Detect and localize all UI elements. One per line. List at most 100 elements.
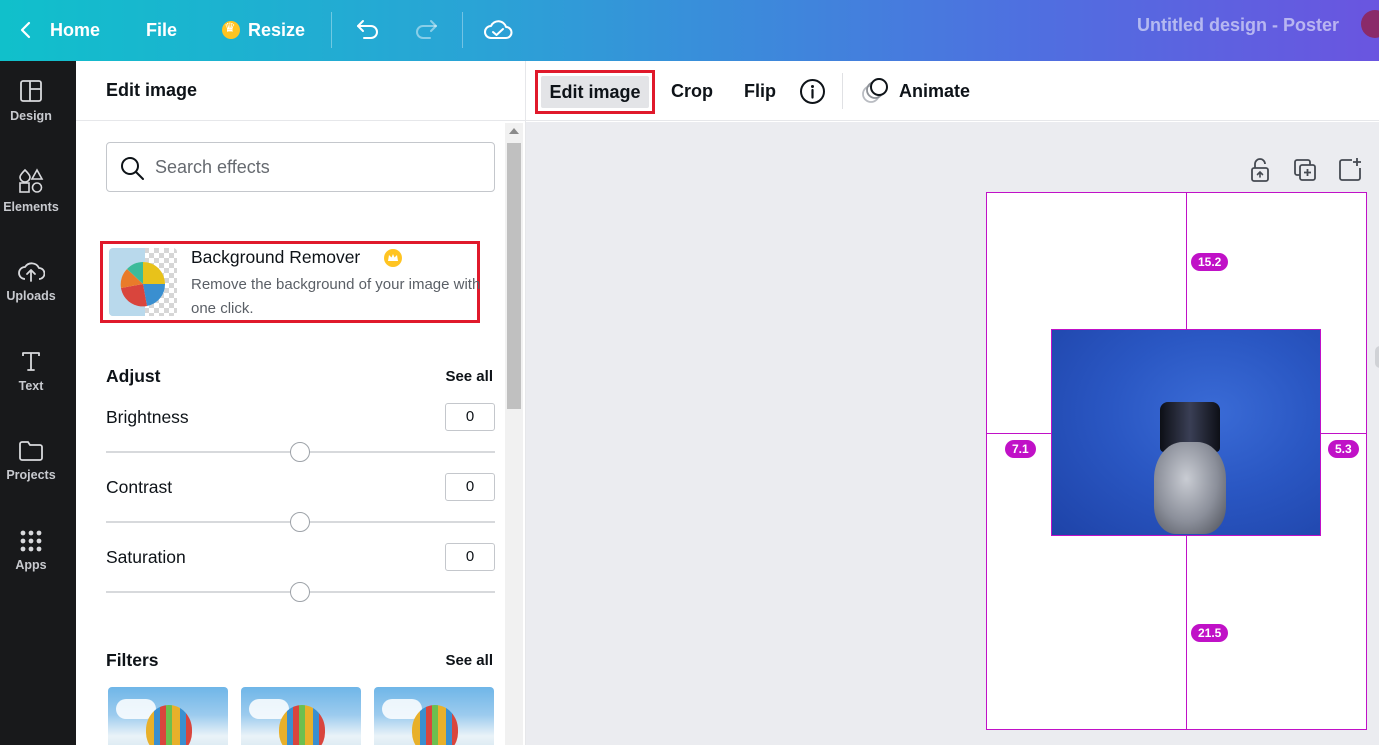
rail-label: Apps [15,558,47,572]
search-box[interactable] [106,142,495,192]
info-button[interactable] [799,78,826,105]
rail-item-text[interactable]: Text [0,331,62,411]
file-menu-button[interactable]: File [138,10,185,50]
design-title[interactable]: Untitled design - Poster [1137,15,1339,36]
panel-title: Edit image [106,80,198,100]
home-label: Home [50,19,101,40]
search-icon [121,157,144,180]
edit-image-button[interactable]: Edit image [535,70,655,114]
home-button[interactable]: Home [8,10,108,50]
cloud-upload-icon [18,262,45,282]
filters-see-all-link[interactable]: See all [445,652,493,669]
saturation-slider[interactable] [106,582,495,602]
grid-icon [20,530,42,552]
panel-header: Edit image [76,61,526,121]
crop-button[interactable]: Crop [663,71,721,111]
filter-thumbnail[interactable] [108,687,228,745]
measurement-bottom: 21.5 [1191,624,1229,642]
design-page[interactable]: 15.2 7.1 5.3 21.5 [986,192,1367,730]
crown-icon [222,20,240,39]
file-label: File [146,19,178,40]
brightness-label: Brightness [106,407,189,427]
vase-photo[interactable] [1051,329,1321,536]
redo-icon [416,20,437,39]
undo-icon [357,20,378,39]
avatar[interactable] [1361,10,1379,38]
text-icon [22,352,40,371]
rail-item-design[interactable]: Design [0,61,62,141]
resize-label: Resize [248,19,306,40]
contrast-value-input[interactable]: 0 [445,473,495,501]
rail-item-elements[interactable]: Elements [0,151,62,231]
contrast-label: Contrast [106,477,173,497]
divider [462,12,463,48]
folder-icon [19,441,43,461]
measurement-left: 7.1 [1005,440,1036,458]
undo-button[interactable] [350,12,386,48]
slider-handle[interactable] [290,582,310,602]
shapes-icon [19,168,44,193]
background-remover-thumbnail [109,248,177,316]
spacing-guide-top [1186,193,1187,329]
duplicate-icon [1294,159,1316,181]
edit-image-label: Edit image [549,82,641,102]
background-remover-description: Remove the background of your image with… [191,276,481,317]
rail-label: Text [18,379,44,393]
rail-item-apps[interactable]: Apps [0,511,62,591]
contrast-slider[interactable] [106,512,495,532]
brightness-value-input[interactable]: 0 [445,403,495,431]
animate-icon-wrap[interactable] [860,76,890,106]
vase-body [1154,442,1226,534]
canvas-area: 15.2 7.1 5.3 21.5 [526,122,1379,745]
filters-title: Filters [106,650,159,670]
slider-handle[interactable] [290,512,310,532]
rail-item-projects[interactable]: Projects [0,421,62,501]
lock-button[interactable] [1246,156,1274,184]
redo-button[interactable] [408,12,444,48]
spacing-guide-left [987,433,1051,434]
crown-icon [384,249,402,267]
divider [331,12,332,48]
scroll-up-arrow[interactable] [509,128,519,134]
panel-scrollbar[interactable] [505,123,523,745]
cloud-check-icon [484,20,513,39]
rail-label: Projects [6,468,56,482]
flip-button[interactable]: Flip [736,71,784,111]
brightness-slider[interactable] [106,442,495,462]
divider [842,73,843,109]
saturation-label: Saturation [106,547,186,567]
duplicate-page-button[interactable] [1291,156,1319,184]
measurement-right: 5.3 [1328,440,1359,458]
scrollbar-thumb[interactable] [507,143,521,409]
image-toolbar: Edit image Crop Flip Animate [526,61,1379,121]
adjust-title: Adjust [106,366,161,386]
rail-label: Design [10,109,52,123]
slider-handle[interactable] [290,442,310,462]
edit-image-panel: Edit image Background Remover Remove the… [76,61,526,745]
background-remover-card[interactable]: Background Remover Remove the background… [100,241,480,323]
filters-row [108,687,498,745]
rail-label: Elements [3,200,59,214]
animate-icon [862,78,888,103]
rail-label: Uploads [6,289,56,303]
add-page-button[interactable] [1336,156,1364,184]
add-page-icon [1339,158,1361,181]
resize-button[interactable]: Resize [214,10,313,50]
top-bar: Home File Resize Untitled design - Poste… [0,0,1379,61]
left-rail: Design Elements Uploads Text Projects Ap… [0,61,76,745]
measurement-top: 15.2 [1191,253,1229,271]
search-input[interactable] [155,155,475,179]
info-icon [800,79,825,104]
save-status-button[interactable] [480,12,516,48]
layout-icon [20,80,42,102]
spacing-guide-right [1321,433,1367,434]
filter-thumbnail[interactable] [374,687,494,745]
adjust-see-all-link[interactable]: See all [445,368,493,385]
spacing-guide-bottom [1186,536,1187,730]
animate-button[interactable]: Animate [891,71,978,111]
filter-thumbnail[interactable] [241,687,361,745]
canvas-edge-handle[interactable] [1375,346,1379,368]
lock-icon [1251,158,1269,182]
rail-item-uploads[interactable]: Uploads [0,241,62,321]
saturation-value-input[interactable]: 0 [445,543,495,571]
